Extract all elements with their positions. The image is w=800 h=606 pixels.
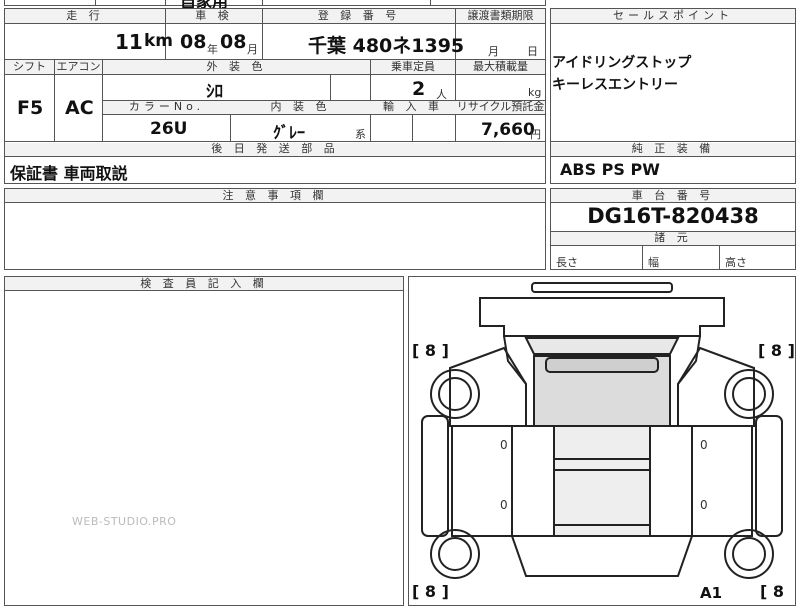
- zero-mark: 0: [500, 498, 508, 512]
- zero-mark: 0: [500, 438, 508, 452]
- capacity-value: 2: [412, 78, 426, 100]
- dimensions-height-label: 高さ: [725, 256, 747, 269]
- standard-equipment-value: ABS PS PW: [560, 160, 660, 179]
- aircon-value: AC: [65, 97, 94, 119]
- color-no-label: カラーNo.: [128, 100, 205, 113]
- sales-point-item: キーレスエントリー: [552, 77, 678, 93]
- mileage-value: 11: [115, 30, 143, 54]
- inspection-year-unit: 年: [207, 43, 218, 56]
- standard-equipment-label: 純 正 装 備: [631, 142, 715, 155]
- registration-label: 登 録 番 号: [317, 9, 401, 22]
- recycle-unit: 円: [530, 128, 541, 141]
- later-parts-label: 後 日 発 送 部 品: [211, 142, 339, 155]
- zero-mark: 0: [700, 438, 708, 452]
- sales-points-label: セールスポイント: [613, 9, 733, 22]
- dimensions-length-label: 長さ: [556, 256, 578, 269]
- exterior-color-label: 外 装 色: [206, 60, 267, 73]
- mileage-label: 走 行: [66, 9, 104, 22]
- tire-mark-front-left: [ 8 ]: [412, 582, 449, 601]
- shift-label: シフト: [13, 60, 46, 73]
- exterior-color-value: ｼﾛ: [206, 82, 223, 102]
- transfer-deadline-label: 譲渡書類期限: [467, 9, 534, 22]
- tire-mark-rear-right: [ 8 ]: [758, 341, 795, 360]
- later-parts-value: 保証書 車両取説: [10, 164, 128, 183]
- recycle-label: リサイクル預託金: [456, 100, 545, 113]
- recycle-value: 7,660: [481, 120, 535, 140]
- max-load-unit: kg: [528, 86, 542, 99]
- transfer-day-unit: 日: [527, 45, 538, 58]
- tire-mark-rear-left: [ 8 ]: [412, 341, 449, 360]
- inspector-section: [4, 276, 404, 606]
- aircon-label: エアコン: [56, 60, 101, 73]
- sales-point-item: アイドリングストップ: [552, 55, 692, 71]
- chassis-value: DG16T-820438: [587, 204, 759, 228]
- mileage-unit: km: [144, 31, 174, 51]
- inspection-label: 車 検: [195, 9, 233, 22]
- zero-mark: 0: [700, 498, 708, 512]
- interior-color-label: 内 装 色: [270, 100, 331, 113]
- inspection-month: 08: [220, 31, 247, 53]
- color-no-value: 26U: [150, 119, 188, 139]
- max-load-label: 最大積載量: [473, 60, 528, 73]
- capacity-label: 乗車定員: [391, 60, 435, 73]
- vehicle-diagram: [421, 282, 783, 579]
- interior-color-value: ｸﾞﾚｰ: [273, 123, 306, 142]
- dimensions-width-label: 幅: [648, 256, 659, 269]
- top-strip: [4, 0, 546, 6]
- import-car-label: 輸 入 車: [383, 100, 443, 113]
- inspector-label: 検 査 員 記 入 欄: [140, 277, 268, 290]
- shift-value: F5: [17, 97, 44, 119]
- interior-color-suffix: 系: [355, 128, 366, 141]
- damage-code: A1: [700, 584, 723, 602]
- dimensions-label: 諸 元: [654, 231, 692, 244]
- registration-value: 千葉 480ネ1395: [308, 35, 465, 57]
- inspection-month-unit: 月: [247, 43, 258, 56]
- watermark-text: WEB-STUDIO.PRO: [72, 515, 177, 528]
- tire-mark-front-right: [ 8: [760, 582, 785, 601]
- inspection-year: 08: [180, 31, 207, 53]
- chassis-label: 車 台 番 号: [631, 189, 715, 202]
- notes-label: 注 意 事 項 欄: [222, 189, 328, 202]
- transfer-month-unit: 月: [488, 45, 499, 58]
